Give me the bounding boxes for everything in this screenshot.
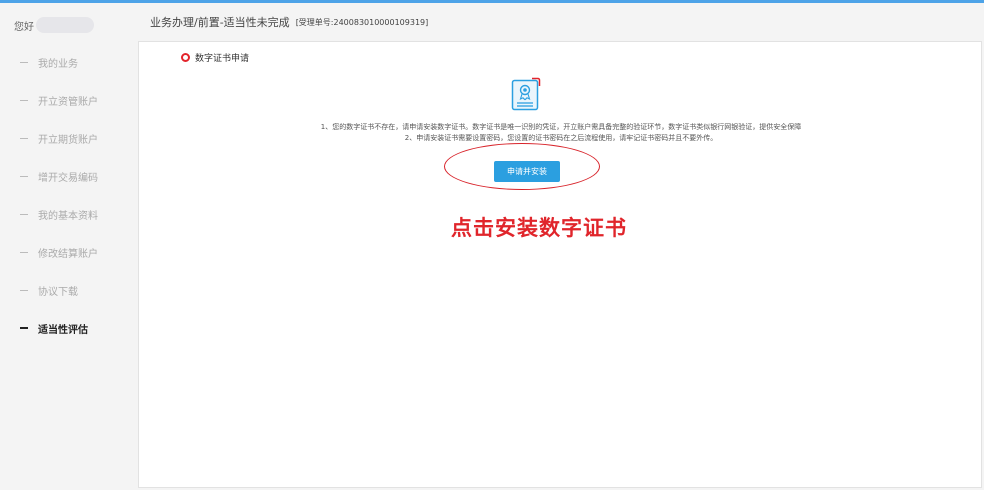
sidebar-item-label: 我的业务 (38, 58, 78, 70)
sidebar: 您好 我的业务 开立资管账户 开立期货账户 增开交易编码 我的基本资料 修改结算… (0, 3, 138, 490)
certificate-icon (511, 77, 541, 111)
sidebar-item-add-trading-code[interactable]: 增开交易编码 (0, 157, 138, 195)
instruction-line: 1、您的数字证书不存在，请申请安装数字证书。数字证书是唯一识别的凭证，开立账户需… (320, 123, 802, 131)
section-title: 数字证书申请 (181, 51, 249, 64)
sidebar-item-suitability-assessment[interactable]: 适当性评估 (0, 309, 138, 347)
sidebar-item-label: 协议下载 (38, 286, 78, 298)
main-panel: 数字证书申请 1、您的数字证书不存在，请申请安装数字证书。数字证书是唯一识别的凭… (138, 41, 982, 488)
sidebar-item-my-business[interactable]: 我的业务 (0, 43, 138, 81)
annotation-text: 点击安装数字证书 (451, 215, 627, 240)
dash-icon (20, 327, 28, 329)
order-number: [受理单号:240083010000109319] (295, 17, 429, 27)
dash-icon (20, 175, 28, 177)
section-title-label: 数字证书申请 (195, 54, 250, 64)
sidebar-item-label: 增开交易编码 (38, 172, 98, 184)
sidebar-item-agreement-download[interactable]: 协议下载 (0, 271, 138, 309)
sidebar-item-open-asset-account[interactable]: 开立资管账户 (0, 81, 138, 119)
instruction-notes: 1、您的数字证书不存在，请申请安装数字证书。数字证书是唯一识别的凭证，开立账户需… (139, 122, 983, 144)
sidebar-item-label: 修改结算账户 (38, 248, 98, 260)
dash-icon (20, 61, 28, 63)
sidebar-item-label: 开立资管账户 (38, 96, 98, 108)
greeting-label: 您好 (14, 21, 34, 33)
sidebar-item-label: 适当性评估 (38, 324, 88, 336)
username-blurred (36, 17, 94, 33)
sidebar-item-open-futures-account[interactable]: 开立期货账户 (0, 119, 138, 157)
sidebar-nav: 我的业务 开立资管账户 开立期货账户 增开交易编码 我的基本资料 修改结算账户 … (0, 43, 138, 347)
dash-icon (20, 251, 28, 253)
dash-icon (20, 137, 28, 139)
sidebar-item-label: 我的基本资料 (38, 210, 98, 222)
greeting: 您好 (14, 17, 94, 33)
breadcrumb: 业务办理/前置-适当性未完成 (150, 16, 290, 29)
sidebar-item-basic-info[interactable]: 我的基本资料 (0, 195, 138, 233)
sidebar-item-modify-settlement-account[interactable]: 修改结算账户 (0, 233, 138, 271)
red-ring-icon (181, 53, 190, 62)
apply-install-button[interactable]: 申请并安装 (494, 161, 560, 182)
instruction-line: 2、申请安装证书需要设置密码，您设置的证书密码在之后流程使用，请牢记证书密码并且… (404, 134, 718, 142)
dash-icon (20, 213, 28, 215)
page-header: 业务办理/前置-适当性未完成 [受理单号:240083010000109319] (138, 3, 984, 41)
dash-icon (20, 289, 28, 291)
sidebar-item-label: 开立期货账户 (38, 134, 98, 146)
dash-icon (20, 99, 28, 101)
